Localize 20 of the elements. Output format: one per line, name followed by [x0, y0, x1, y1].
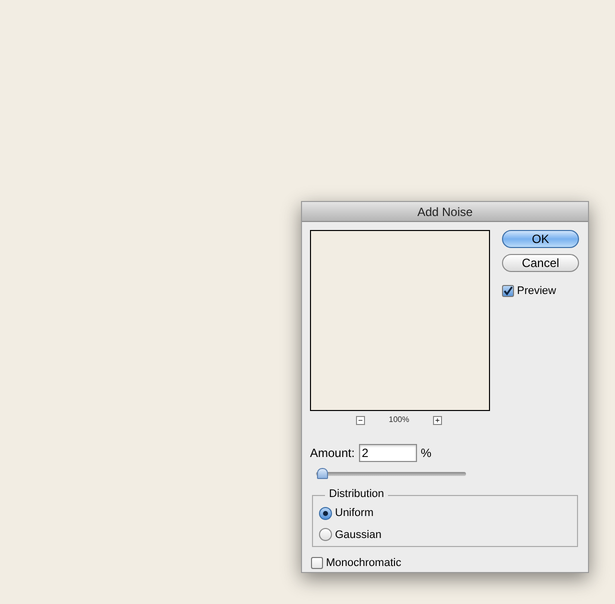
ok-button[interactable]: OK [502, 230, 579, 248]
zoom-level: 100% [388, 414, 410, 426]
radio-label: Gaussian [335, 528, 382, 542]
amount-label: Amount: [310, 445, 355, 462]
radio-button[interactable] [319, 528, 332, 542]
zoom-out-button[interactable]: − [356, 416, 365, 424]
radio-label: Uniform [335, 506, 374, 521]
checkbox[interactable] [502, 285, 514, 298]
checkbox-label: Preview [517, 284, 556, 299]
slider[interactable] [316, 468, 466, 479]
amount-field[interactable]: 2 [358, 444, 417, 462]
radio-button[interactable] [319, 506, 332, 520]
checkbox-label: Monochromatic [326, 556, 402, 571]
cancel-button[interactable]: Cancel [502, 254, 579, 272]
window-title: Add Noise [417, 204, 473, 220]
checkbox[interactable] [311, 557, 323, 570]
unit-label: % [420, 445, 432, 462]
checkmark-icon [503, 286, 513, 296]
zoom-in-button[interactable]: + [433, 416, 442, 424]
slider-thumb[interactable] [317, 468, 328, 479]
